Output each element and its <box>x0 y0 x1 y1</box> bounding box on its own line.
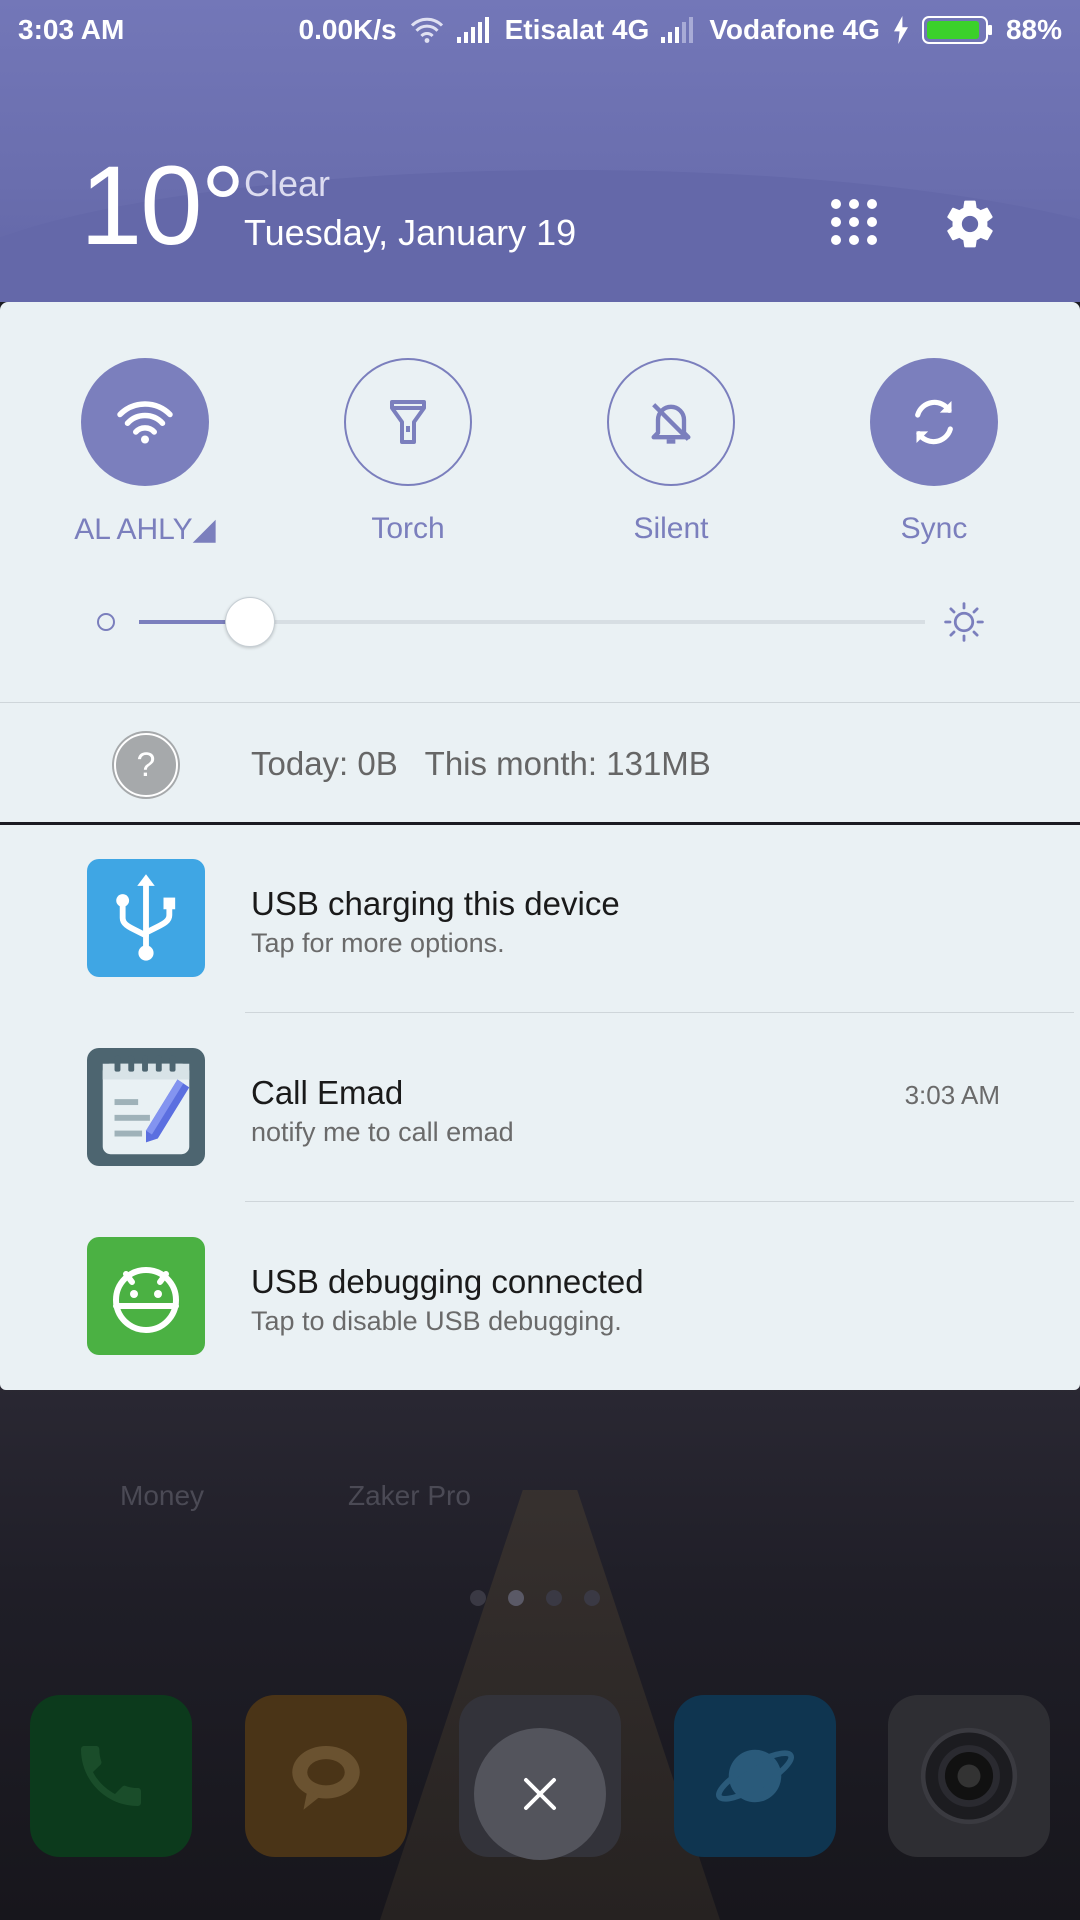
notification-icon <box>87 859 205 977</box>
notepad-icon <box>102 1055 190 1155</box>
messages-icon <box>291 1746 360 1810</box>
browser-app[interactable] <box>673 1695 836 1857</box>
toggle-sync-label: Sync <box>900 512 968 545</box>
toggle-sync[interactable]: Sync <box>834 358 1034 546</box>
notification-title: USB charging this device <box>251 885 620 922</box>
wifi-icon <box>117 401 173 444</box>
toggle-silent[interactable]: Silent <box>571 358 771 546</box>
carrier-1: Etisalat 4G <box>504 14 650 45</box>
grid-icon <box>831 199 877 245</box>
toggle-silent-button[interactable] <box>607 358 735 486</box>
page-dot-active <box>508 1590 524 1606</box>
temperature: 10° <box>80 143 245 268</box>
clear-all-button[interactable] <box>474 1728 606 1860</box>
notification-text: notify me to call emad <box>251 1117 514 1147</box>
toggle-sync-button[interactable] <box>870 358 998 486</box>
page-indicator <box>470 1590 600 1606</box>
notification-time: 3:03 AM <box>904 1080 1000 1110</box>
bell-off-icon <box>651 403 691 444</box>
notification-text: Tap for more options. <box>251 928 505 958</box>
brightness-low-icon <box>97 613 115 631</box>
close-icon <box>524 1778 556 1810</box>
toggle-wifi-label: AL AHLY◢ <box>74 513 216 546</box>
notification-call-emad[interactable]: Call Emad notify me to call emad 3:03 AM <box>0 1014 1080 1202</box>
weather-condition: Clear <box>244 163 331 204</box>
toggle-torch[interactable]: Torch <box>308 358 508 546</box>
battery-percent: 88% <box>1005 14 1062 45</box>
toggle-torch-button[interactable] <box>344 358 472 486</box>
brightness-slider[interactable] <box>139 597 925 647</box>
toggles-grid-button[interactable] <box>830 198 878 246</box>
gear-icon <box>947 200 993 248</box>
notification-usb-debugging[interactable]: USB debugging connected Tap to disable U… <box>0 1203 1080 1391</box>
notification-title: Call Emad <box>251 1074 404 1111</box>
charging-icon <box>893 16 908 44</box>
android-icon <box>113 1267 179 1333</box>
brightness-high-icon <box>944 602 984 642</box>
clock: 3:03 AM <box>18 14 125 45</box>
question-icon: ? <box>114 733 178 797</box>
status-bar: 3:03 AM 0.00K/s Etisalat 4G Vodafone 4G … <box>0 0 1080 60</box>
sync-icon <box>915 399 953 445</box>
page-dot <box>470 1590 486 1606</box>
torch-icon <box>390 400 426 444</box>
battery-icon <box>921 16 992 44</box>
notification-list: USB charging this device Tap for more op… <box>0 825 1080 1390</box>
notification-text: Tap to disable USB debugging. <box>251 1306 622 1336</box>
signal-icon <box>456 17 489 43</box>
date-label[interactable]: Tuesday, January 19 <box>244 212 576 254</box>
network-speed: 0.00K/s <box>298 14 397 45</box>
notification-title: USB debugging connected <box>251 1263 644 1300</box>
brightness-control <box>95 597 985 647</box>
browser-icon <box>715 1749 794 1803</box>
page-dot <box>546 1590 562 1606</box>
quick-settings-panel: AL AHLY◢ Torch Silent Sync ? Today: 0B T… <box>0 302 1080 822</box>
messages-app[interactable] <box>244 1695 407 1857</box>
notification-usb-charging[interactable]: USB charging this device Tap for more op… <box>0 825 1080 1013</box>
signal-icon <box>661 17 694 43</box>
usb-icon <box>116 874 176 961</box>
toggle-wifi[interactable]: AL AHLY◢ <box>45 358 245 547</box>
toggle-wifi-button[interactable] <box>81 358 209 486</box>
carrier-2: Vodafone 4G <box>709 14 880 45</box>
settings-button[interactable] <box>942 196 998 252</box>
app-label-money: Money <box>120 1480 205 1511</box>
brightness-slider-thumb[interactable] <box>225 597 276 647</box>
page-dot <box>584 1590 600 1606</box>
notification-icon <box>87 1048 205 1166</box>
data-usage-text: Today: 0B This month: 131MB <box>251 745 711 782</box>
divider <box>245 1201 1074 1202</box>
divider <box>245 1012 1074 1013</box>
notification-icon <box>87 1237 205 1355</box>
toggle-silent-label: Silent <box>633 512 709 545</box>
wifi-icon <box>410 17 443 43</box>
phone-app[interactable] <box>30 1695 192 1857</box>
camera-icon <box>920 1727 1018 1825</box>
data-usage-row[interactable]: ? Today: 0B This month: 131MB <box>0 702 1080 823</box>
camera-app[interactable] <box>888 1695 1050 1857</box>
toggle-torch-label: Torch <box>371 512 445 545</box>
app-label-zaker-pro: Zaker Pro <box>348 1480 471 1511</box>
phone-icon <box>81 1746 141 1806</box>
